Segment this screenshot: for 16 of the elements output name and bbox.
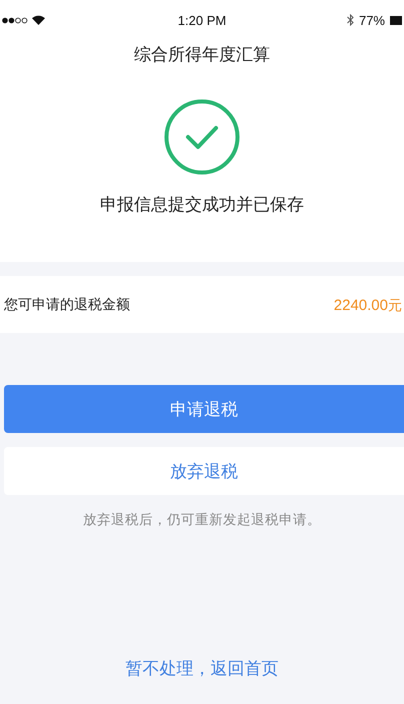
- hint-text: 放弃退税后，仍可重新发起退税申请。: [82, 511, 322, 529]
- success-check-icon: [164, 99, 240, 175]
- wifi-icon: [32, 15, 45, 25]
- apply-refund-button[interactable]: 申请退税: [4, 385, 404, 433]
- battery-percentage: 77%: [358, 12, 385, 28]
- currency-unit: 元: [388, 298, 402, 314]
- signal-icon: [2, 16, 28, 24]
- refund-amount: 2240.00: [334, 296, 388, 314]
- refund-label: 您可申请的退税金额: [4, 296, 130, 314]
- success-message: 申报信息提交成功并已保存: [100, 194, 304, 216]
- page-title: 综合所得年度汇算: [134, 44, 270, 66]
- waive-refund-button[interactable]: 放弃退税: [4, 447, 404, 495]
- return-home-link[interactable]: 暂不处理，返回首页: [126, 659, 278, 679]
- bluetooth-icon: [346, 14, 354, 26]
- status-time: 1:20 PM: [178, 12, 226, 28]
- battery-icon: [390, 16, 402, 24]
